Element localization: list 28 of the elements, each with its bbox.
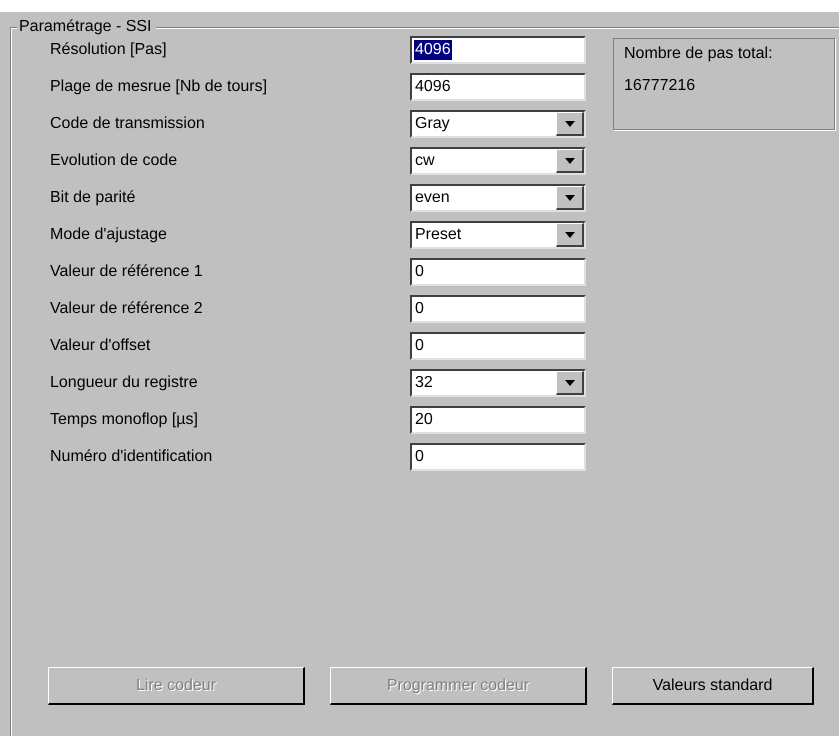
field-label: Numéro d'identification <box>50 448 214 466</box>
dropdown[interactable]: Preset <box>410 221 586 249</box>
group-title: Paramétrage - SSI <box>17 18 156 36</box>
field-label: Mode d'ajustage <box>50 226 168 244</box>
field-label: Valeur de référence 2 <box>50 300 204 318</box>
input-field[interactable]: 4096 <box>410 73 586 101</box>
dropdown[interactable]: even <box>410 184 586 212</box>
input-field[interactable]: 0 <box>410 332 586 360</box>
dropdown[interactable]: 32 <box>410 369 586 397</box>
field-label: Longueur du registre <box>50 374 199 392</box>
field-label: Temps monoflop [µs] <box>50 411 199 429</box>
field-label: Code de transmission <box>50 115 206 133</box>
dropdown[interactable]: cw <box>410 147 586 175</box>
action-button[interactable]: Valeurs standard <box>612 667 814 705</box>
input-field[interactable]: 0 <box>410 443 586 471</box>
info-value: 16777216 <box>624 77 696 95</box>
input-field[interactable]: 0 <box>410 295 586 323</box>
dropdown[interactable]: Gray <box>410 110 586 138</box>
input-field[interactable]: 0 <box>410 258 586 286</box>
field-label: Evolution de code <box>50 152 178 170</box>
input-field[interactable]: 20 <box>410 406 586 434</box>
info-label: Nombre de pas total: <box>624 45 773 63</box>
field-label: Bit de parité <box>50 189 136 207</box>
field-label: Plage de mesrue [Nb de tours] <box>50 78 268 96</box>
field-label: Valeur de référence 1 <box>50 263 204 281</box>
input-field[interactable]: 4096 <box>410 36 586 64</box>
field-label: Valeur d'offset <box>50 337 152 355</box>
field-label: Résolution [Pas] <box>50 41 168 59</box>
